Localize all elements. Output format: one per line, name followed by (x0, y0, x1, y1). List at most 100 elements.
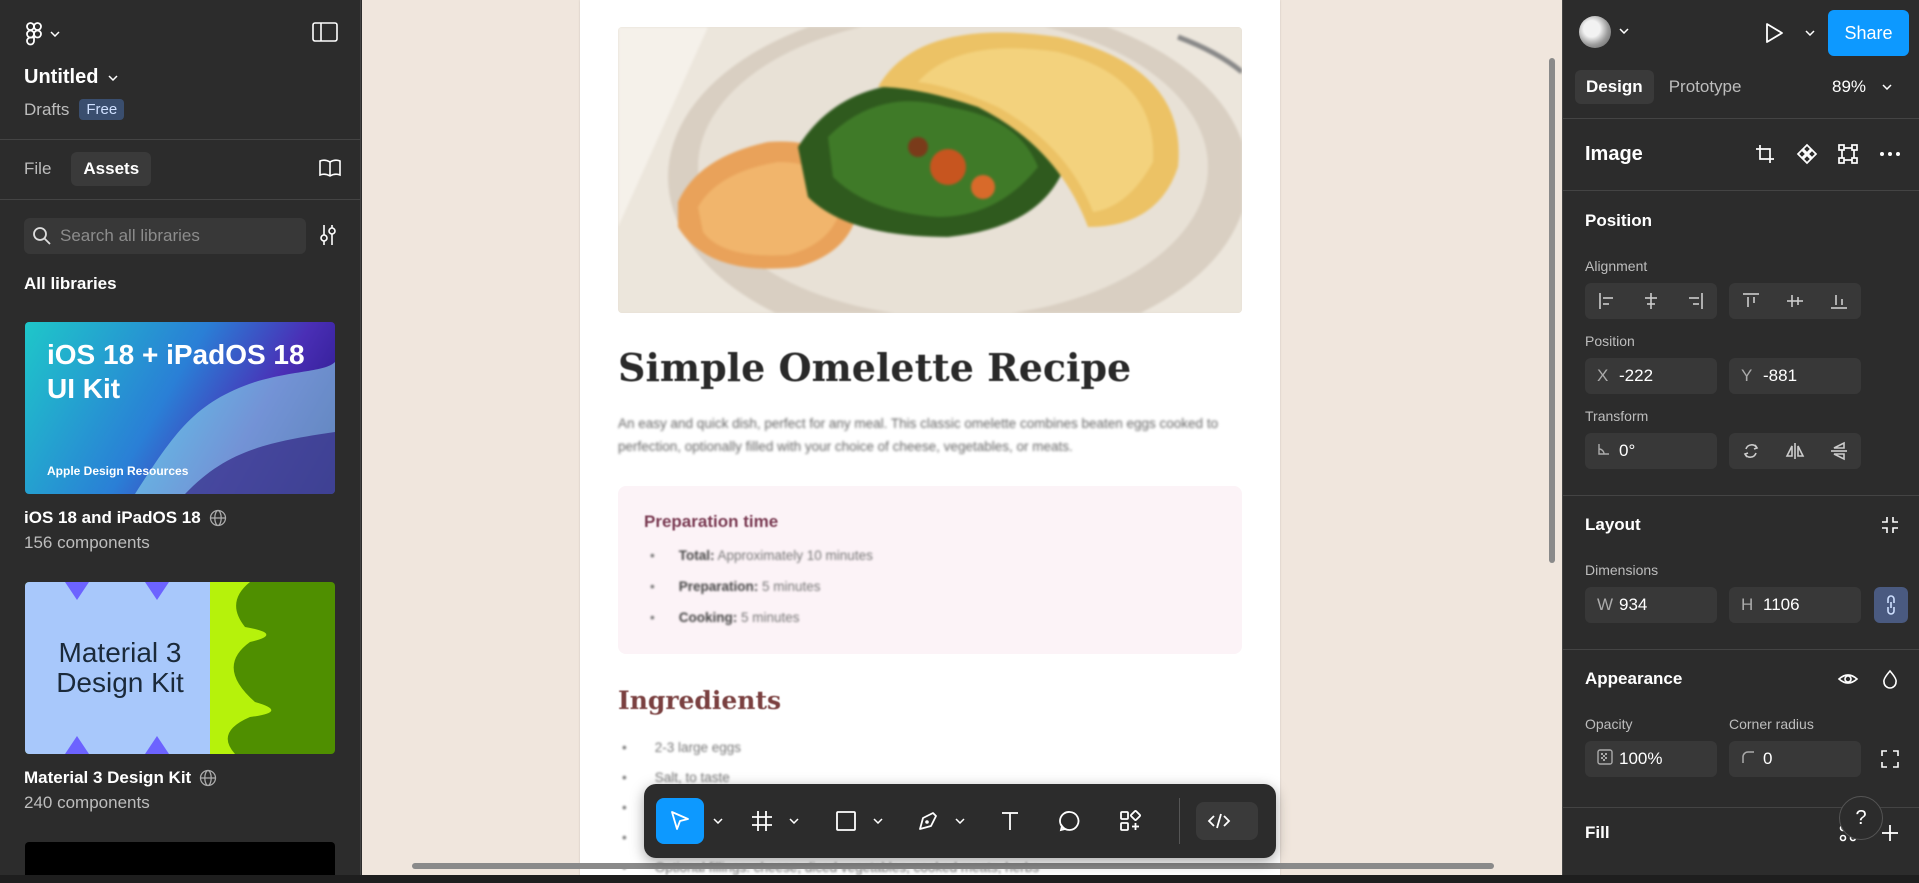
zoom-control[interactable]: 89% (1832, 77, 1892, 97)
frame-icon (750, 809, 774, 833)
prep-label: Preparation: (678, 579, 759, 594)
prep-value: 5 minutes (741, 610, 800, 625)
text-tool-button[interactable] (990, 798, 1030, 844)
sliders-icon (318, 223, 338, 247)
canvas[interactable]: Simple Omelette Recipe An easy and quick… (362, 0, 1562, 875)
opacity-label: Opacity (1585, 716, 1633, 732)
align-middle-icon[interactable] (1785, 291, 1805, 311)
align-bottom-icon[interactable] (1829, 291, 1849, 311)
library-card-material[interactable]: Material 3 Design Kit (25, 582, 335, 754)
toggle-sidebar-button[interactable] (312, 22, 338, 47)
omelette-photo (618, 27, 1242, 313)
rotation-field[interactable]: 0° (1585, 433, 1717, 469)
drop-icon[interactable] (1879, 668, 1901, 690)
frame-selection-icon[interactable] (1837, 143, 1859, 165)
flip-vertical-icon[interactable] (1829, 441, 1849, 461)
crop-icon[interactable] (1754, 143, 1776, 165)
plus-icon[interactable] (1879, 822, 1901, 844)
code-icon (1206, 811, 1232, 831)
pen-tool-dropdown[interactable] (950, 798, 970, 844)
horizontal-scrollbar[interactable] (412, 863, 1494, 869)
alignment-label: Alignment (1585, 258, 1648, 274)
dimensions-label: Dimensions (1585, 562, 1659, 578)
component-icon[interactable] (1796, 143, 1818, 165)
globe-icon (199, 769, 217, 787)
cursor-icon (668, 809, 692, 833)
book-icon (318, 158, 342, 178)
pen-tool-button[interactable] (908, 798, 948, 844)
help-button[interactable]: ? (1839, 796, 1883, 840)
corner-radius-icon (1729, 749, 1763, 769)
height-field[interactable]: H 1106 (1729, 587, 1861, 623)
rectangle-tool-button[interactable] (826, 798, 866, 844)
width-field[interactable]: W 934 (1585, 587, 1717, 623)
dev-mode-toggle[interactable] (1196, 802, 1258, 840)
avatar[interactable] (1579, 16, 1611, 48)
more-icon[interactable] (1878, 143, 1902, 165)
share-button[interactable]: Share (1828, 10, 1909, 56)
fill-section-title: Fill (1585, 823, 1610, 842)
sidebar-icon (312, 22, 338, 42)
list-item: • 2-3 large eggs (622, 740, 1039, 770)
opacity-value: 100% (1619, 749, 1663, 768)
chevron-down-icon (713, 818, 723, 824)
library-search (24, 218, 306, 254)
x-position-field[interactable]: X -222 (1585, 358, 1717, 394)
constrain-proportions-button[interactable] (1874, 587, 1908, 623)
corner-radius-field[interactable]: 0 (1729, 741, 1861, 777)
layout-section-title: Layout (1585, 515, 1641, 534)
vertical-scrollbar[interactable] (1549, 58, 1555, 563)
y-position-field[interactable]: Y -881 (1729, 358, 1861, 394)
align-top-icon[interactable] (1741, 291, 1761, 311)
recipe-title: Simple Omelette Recipe (618, 345, 1132, 390)
plan-badge[interactable]: Free (79, 99, 125, 120)
library-name-text: iOS 18 and iPadOS 18 (24, 508, 201, 527)
components-tool-button[interactable] (1110, 798, 1150, 844)
main-menu-button[interactable] (26, 22, 60, 46)
chevron-down-icon (789, 818, 799, 824)
frame-tool-dropdown[interactable] (784, 798, 804, 844)
file-title-button[interactable]: Untitled (24, 66, 124, 89)
tab-design[interactable]: Design (1575, 70, 1654, 104)
library-button[interactable] (318, 158, 342, 183)
frame-tool-button[interactable] (742, 798, 782, 844)
search-input[interactable] (60, 226, 290, 246)
comment-tool-button[interactable] (1050, 798, 1090, 844)
align-right-icon[interactable] (1685, 291, 1705, 311)
tab-prototype[interactable]: Prototype (1658, 70, 1753, 104)
y-value: -881 (1763, 366, 1798, 385)
recipe-frame[interactable]: Simple Omelette Recipe An easy and quick… (580, 0, 1280, 875)
chevron-down-icon[interactable] (1805, 30, 1815, 36)
tab-assets[interactable]: Assets (71, 152, 152, 186)
align-center-h-icon[interactable] (1641, 291, 1661, 311)
h-value: 1106 (1763, 595, 1800, 614)
recipe-image[interactable] (618, 27, 1242, 313)
eye-icon[interactable] (1837, 668, 1859, 690)
chevron-down-icon[interactable] (1619, 28, 1629, 34)
move-tool-dropdown[interactable] (708, 798, 728, 844)
chevron-down-icon (108, 74, 118, 81)
opacity-field[interactable]: 100% (1585, 741, 1717, 777)
library-card-ios[interactable]: iOS 18 + iPadOS 18 UI Kit Apple Design R… (25, 322, 335, 494)
align-left-icon[interactable] (1597, 291, 1617, 311)
play-icon[interactable] (1763, 21, 1785, 45)
opacity-icon (1585, 748, 1619, 770)
rectangle-icon (834, 809, 858, 833)
prep-time-box: Preparation time • Total: Approximately 1… (618, 486, 1242, 654)
tab-file[interactable]: File (12, 152, 63, 186)
collapse-icon[interactable] (1879, 514, 1901, 536)
library-card-third[interactable] (25, 842, 335, 875)
move-tool-button[interactable] (656, 798, 704, 844)
comment-icon (1058, 809, 1082, 833)
toolbar-divider (1179, 798, 1180, 844)
shape-tool-dropdown[interactable] (868, 798, 888, 844)
text-icon (998, 809, 1022, 833)
flip-horizontal-icon[interactable] (1785, 441, 1805, 461)
tools-toolbar (644, 784, 1276, 858)
independent-corners-icon[interactable] (1879, 748, 1901, 770)
search-icon (32, 226, 52, 246)
project-location[interactable]: Drafts (24, 100, 69, 120)
list-item: • Total: Approximately 10 minutes (650, 548, 873, 563)
filter-button[interactable] (318, 223, 338, 252)
rotate-icon[interactable] (1741, 441, 1761, 461)
